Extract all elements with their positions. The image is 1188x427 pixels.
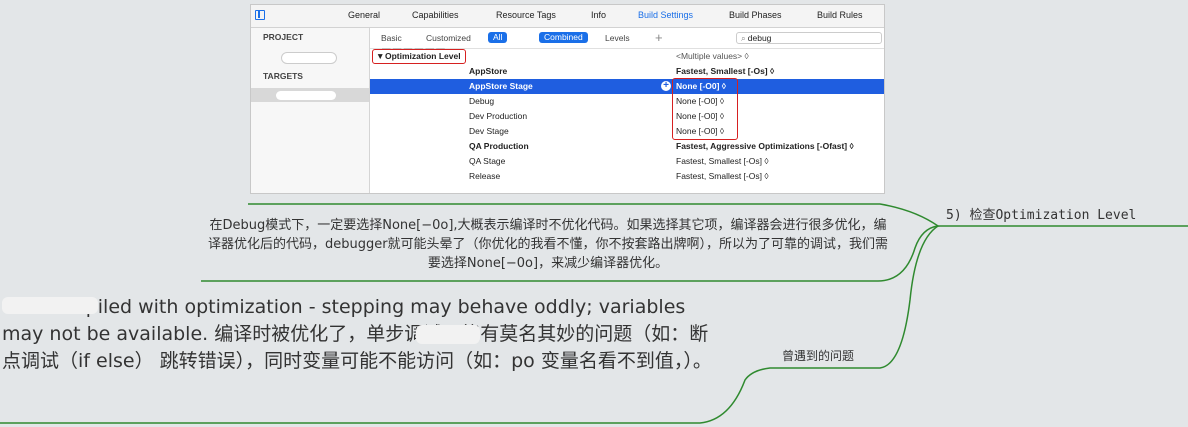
encountered-issue-label: 曾遇到的问题 [782, 349, 855, 363]
debug-mode-note: 在Debug模式下，一定要选择None[−0o],大概表示编译时不优化代码。如果… [207, 218, 889, 271]
mindmap-topic: 5) 检查Optimization Level [946, 208, 1137, 223]
redacted-name-1 [2, 297, 98, 314]
redacted-name-2 [416, 325, 480, 344]
optimization-issue-note: was compiled with optimization - steppin… [2, 296, 712, 372]
